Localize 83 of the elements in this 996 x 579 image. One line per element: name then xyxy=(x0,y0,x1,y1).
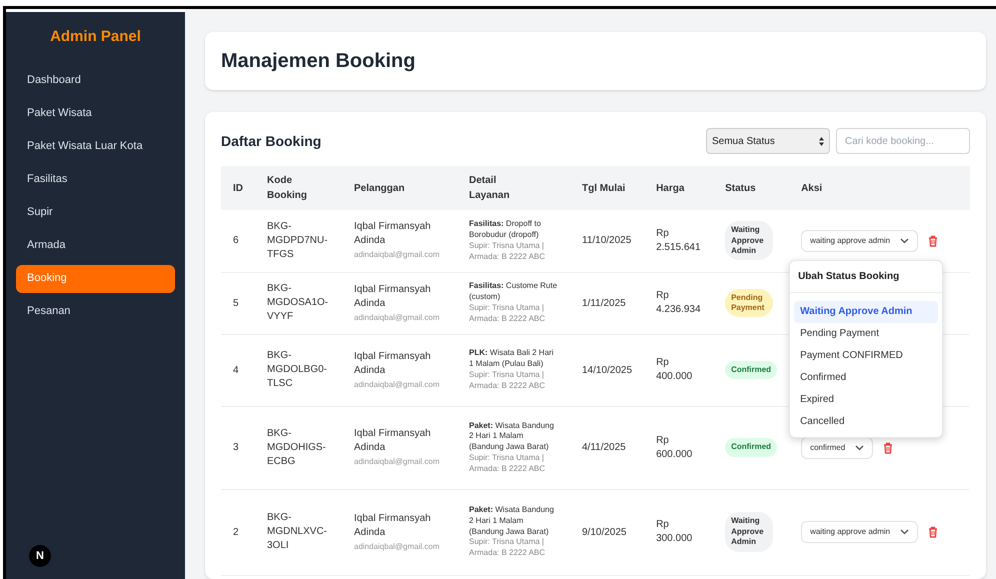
column-header: Harga xyxy=(656,182,684,196)
customer-name: Iqbal Firmansyah Adinda xyxy=(354,512,432,540)
start-date: 11/10/2025 xyxy=(582,235,632,246)
service-detail: Fasilitas: Dropoff to Borobudur (dropoff) xyxy=(469,219,542,241)
booking-code: BKG-MGDOHIGS-ECBG xyxy=(267,426,327,468)
chevron-down-icon xyxy=(900,238,910,244)
booking-code: BKG-MGDNLXVC-3OLI xyxy=(267,511,328,553)
menu-item[interactable]: Expired xyxy=(794,388,938,411)
id-cell: 4 xyxy=(233,364,239,376)
id-cell: 6 xyxy=(233,235,239,246)
status-badge: Pending Payment xyxy=(725,288,774,318)
column-header: Aksi xyxy=(801,182,822,196)
status-filter-select[interactable]: Semua Status xyxy=(706,128,830,154)
booking-code: BKG-MGDPD7NU-TFGS xyxy=(267,220,329,262)
customer-name: Iqbal Firmansyah Adinda xyxy=(354,220,432,248)
column-header: ID xyxy=(233,182,243,196)
customer-email: adindaiqbal@gmail.com xyxy=(354,456,440,468)
customer-email: adindaiqbal@gmail.com xyxy=(354,378,440,390)
booking-code: BKG-MGDOLBG0-TLSC xyxy=(267,349,328,391)
start-date: 1/11/2025 xyxy=(582,298,626,308)
start-date: 9/10/2025 xyxy=(582,526,626,538)
column-header: Kode Booking xyxy=(267,174,308,203)
chevron-down-icon xyxy=(855,444,864,450)
search-field[interactable]: Cari kode booking... xyxy=(836,128,970,154)
sidebar-item[interactable]: Fasilitas xyxy=(16,166,175,194)
menu-item[interactable]: Waiting Approve Admin xyxy=(794,300,938,323)
service-detail: PLK: Wisata Bali 2 Hari 1 Malam (Pulau Bali) xyxy=(469,348,554,370)
customer-email: adindaiqbal@gmail.com xyxy=(354,312,440,324)
customer-name: Iqbal Firmansyah Adinda xyxy=(354,427,432,455)
updown-icon xyxy=(819,136,824,146)
menu-item[interactable]: Pending Payment xyxy=(794,322,938,345)
start-date: 14/10/2025 xyxy=(582,364,632,376)
start-date: 4/11/2025 xyxy=(582,442,626,453)
crew-info: Supir: Trisna Utama | Armada: B 2222 ABC xyxy=(469,537,546,559)
trash-icon xyxy=(928,526,938,538)
section-title: Daftar Booking xyxy=(221,132,322,151)
menu-item[interactable]: Payment CONFIRMED xyxy=(794,344,938,367)
crew-info: Supir: Trisna Utama | Armada: B 2222 ABC xyxy=(469,370,546,392)
price: Rp 2.515.641 xyxy=(656,226,700,255)
service-detail: Paket: Wisata Bandung 2 Hari 1 Malam (Bandung Jawa Barat) xyxy=(469,505,555,538)
column-header: Status xyxy=(725,182,756,196)
id-cell: 3 xyxy=(233,442,239,453)
service-detail: Paket: Wisata Bandung 2 Hari 1 Malam (Bandung Jawa Barat) xyxy=(469,420,555,453)
menu-item[interactable]: Confirmed xyxy=(794,366,938,389)
status-badge: Confirmed xyxy=(725,438,778,457)
menu-title: Ubah Status Booking xyxy=(790,260,942,293)
id-cell: 5 xyxy=(233,298,239,308)
customer-name: Iqbal Firmansyah Adinda xyxy=(354,350,432,378)
crew-info: Supir: Trisna Utama | Armada: B 2222 ABC xyxy=(469,240,546,262)
price: Rp 4.236.934 xyxy=(656,289,700,317)
price: Rp 600.000 xyxy=(656,434,694,462)
price: Rp 300.000 xyxy=(656,518,694,546)
status-select[interactable]: waiting approve admin xyxy=(801,521,918,543)
sidebar-item[interactable]: Supir xyxy=(16,198,175,226)
dev-indicator-button[interactable]: N xyxy=(29,545,51,567)
trash-icon xyxy=(883,442,894,454)
sidebar-item[interactable]: Pesanan xyxy=(16,298,175,326)
service-detail: Fasilitas: Custome Rute (custom) xyxy=(469,281,558,303)
booking-code: BKG-MGDOSA1O-VYYF xyxy=(267,282,330,324)
status-badge: Confirmed xyxy=(725,360,778,380)
trash-icon xyxy=(928,234,938,247)
menu-item[interactable]: Cancelled xyxy=(794,410,938,433)
crew-info: Supir: Trisna Utama | Armada: B 2222 ABC xyxy=(469,452,546,474)
sidebar-item[interactable]: Paket Wisata xyxy=(16,100,175,128)
sidebar-item[interactable]: Armada xyxy=(16,232,175,260)
crew-info: Supir: Trisna Utama | Armada: B 2222 ABC xyxy=(469,303,546,325)
sidebar-item[interactable]: Dashboard xyxy=(16,66,175,94)
sidebar-item[interactable]: Paket Wisata Luar Kota xyxy=(16,132,175,160)
sidebar-title: Admin Panel xyxy=(49,27,142,47)
chevron-down-icon xyxy=(900,529,910,535)
id-cell: 2 xyxy=(233,526,239,538)
customer-email: adindaiqbal@gmail.com xyxy=(354,540,440,552)
customer-name: Iqbal Firmansyah Adinda xyxy=(354,282,432,310)
status-select[interactable]: waiting approve admin xyxy=(801,230,918,252)
status-badge: Waiting Approve Admin xyxy=(725,221,774,260)
column-header: Pelanggan xyxy=(354,182,405,196)
status-badge: Waiting Approve Admin xyxy=(725,512,774,552)
column-header: Detail Layanan xyxy=(469,174,511,203)
customer-email: adindaiqbal@gmail.com xyxy=(354,249,440,262)
status-select[interactable]: confirmed xyxy=(801,436,874,458)
column-header: Tgl Mulai xyxy=(582,182,626,196)
page-title: Manajemen Booking xyxy=(221,49,416,74)
price: Rp 400.000 xyxy=(656,356,694,384)
